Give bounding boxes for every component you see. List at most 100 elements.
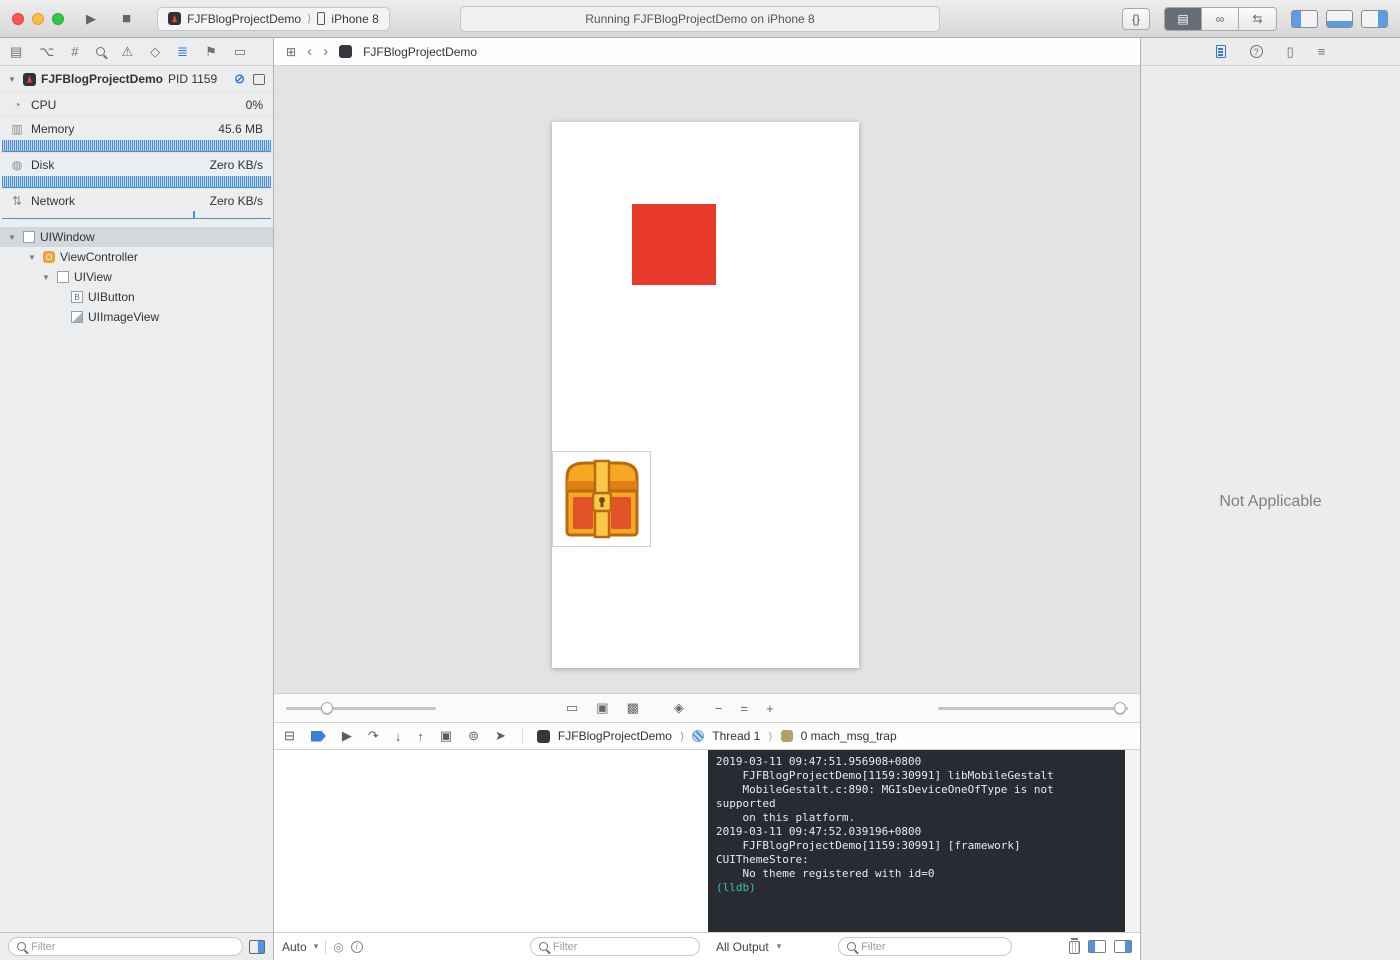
source-control-navigator-icon[interactable]: ⌥ — [39, 44, 54, 60]
report-navigator-icon[interactable]: ▭ — [234, 44, 246, 60]
navigator-filter-input[interactable] — [31, 940, 234, 953]
disclosure-triangle-icon[interactable]: ▼ — [8, 75, 18, 84]
show-console-pane-button[interactable] — [1114, 940, 1133, 953]
console-filter-input[interactable] — [861, 940, 1004, 953]
disclosure-triangle-icon[interactable]: ▼ — [8, 233, 18, 242]
disk-gauge-row[interactable]: ◍ Disk Zero KB/s — [0, 152, 273, 176]
breakpoint-navigator-icon[interactable]: ⚑ — [205, 44, 217, 60]
code-snippets-button[interactable]: {} — [1121, 7, 1150, 30]
file-inspector-icon[interactable] — [1215, 45, 1226, 58]
slider-knob[interactable] — [320, 702, 333, 714]
uiimageview-view[interactable] — [552, 451, 651, 547]
disk-gauge-icon: ◍ — [11, 157, 23, 172]
stack-frame-item[interactable]: 0 mach_msg_trap — [801, 729, 897, 743]
quick-help-inspector-icon[interactable]: ? — [1249, 45, 1263, 58]
memory-report-icon[interactable] — [253, 73, 265, 85]
slider-knob[interactable] — [1114, 702, 1127, 714]
panel-fill-icon — [1125, 941, 1132, 952]
orient-3d-button[interactable]: ◈ — [674, 700, 684, 716]
inspector-selector-bar: ? ▯ ≡ — [1141, 38, 1400, 66]
debug-navigator-icon[interactable]: ≣ — [177, 44, 188, 60]
zoom-out-button[interactable]: − — [715, 701, 723, 716]
assistant-editor-button[interactable]: ∞ — [1202, 7, 1239, 30]
zoom-slider[interactable] — [938, 702, 1128, 714]
show-variables-pane-button[interactable] — [1088, 940, 1107, 953]
minimize-window-button[interactable] — [32, 12, 44, 25]
stop-button[interactable]: ■ — [122, 10, 131, 27]
zoom-in-button[interactable]: + — [766, 701, 774, 716]
tree-item-uiimageview[interactable]: UIImageView — [0, 307, 273, 327]
clear-console-button[interactable] — [1069, 938, 1081, 954]
back-button[interactable]: ‹ — [307, 43, 312, 60]
view-spacing-slider[interactable] — [286, 702, 436, 714]
disclosure-triangle-icon[interactable]: ▼ — [42, 273, 52, 282]
continue-button[interactable]: ▶ — [342, 728, 352, 744]
tree-item-uiview[interactable]: ▼ UIView — [0, 267, 273, 287]
step-into-button[interactable]: ↓ — [395, 729, 402, 744]
chevron-down-icon: ▾ — [313, 941, 319, 951]
tree-item-viewcontroller[interactable]: ▼ ViewController — [0, 247, 273, 267]
version-editor-button[interactable]: ⇆ — [1239, 7, 1276, 30]
jump-bar-item[interactable]: FJFBlogProjectDemo — [363, 45, 477, 59]
forward-button[interactable]: › — [323, 43, 328, 60]
network-gauge-label: Network — [31, 193, 76, 208]
app-screen[interactable] — [552, 122, 859, 668]
debug-area-bottom-bars: Auto ▾ ◎ i All Output ▾ — [274, 932, 1140, 960]
run-button[interactable]: ▶ — [86, 11, 96, 27]
zoom-actual-size-button[interactable]: = — [740, 701, 748, 716]
lldb-prompt[interactable]: (lldb) — [716, 881, 1117, 895]
console-scope-dropdown[interactable]: All Output — [716, 940, 769, 954]
symbol-navigator-icon[interactable]: # — [71, 44, 78, 59]
scheme-selector[interactable]: FJFBlogProjectDemo ⟩ iPhone 8 — [157, 6, 390, 31]
close-window-button[interactable] — [12, 12, 24, 25]
view-debugger-canvas[interactable] — [274, 66, 1140, 693]
right-panel-icon — [1378, 10, 1387, 27]
standard-editor-button[interactable]: ▤ — [1165, 7, 1202, 30]
process-actions: ⊘ — [234, 71, 265, 87]
toggle-debug-area-button[interactable] — [1326, 9, 1353, 28]
project-navigator-icon[interactable]: ▤ — [10, 44, 22, 60]
variables-filter-input[interactable] — [553, 940, 691, 953]
console-filter-field[interactable] — [838, 937, 1013, 956]
network-gauge-row[interactable]: ⇅ Network Zero KB/s — [0, 188, 273, 212]
related-items-icon[interactable]: ⊞ — [286, 45, 296, 59]
test-navigator-icon[interactable]: ◇ — [150, 44, 160, 60]
console-scrollbar-track[interactable] — [1125, 750, 1140, 932]
console-log-line: MobileGestalt.c:890: MGIsDeviceOneOfType… — [716, 783, 1061, 810]
breakpoints-toggle-button[interactable] — [310, 730, 326, 742]
variables-scope-dropdown[interactable]: Auto — [282, 940, 307, 954]
size-inspector-icon[interactable]: ≡ — [1318, 44, 1326, 59]
disclosure-triangle-icon[interactable]: ▼ — [28, 253, 38, 262]
pause-debug-icon[interactable]: ⊘ — [234, 71, 245, 87]
tree-item-uibutton[interactable]: B UIButton — [0, 287, 273, 307]
toggle-navigator-button[interactable] — [1291, 9, 1318, 28]
debug-view-hierarchy-button[interactable]: ▣ — [440, 728, 452, 744]
show-wireframes-button[interactable]: ▭ — [566, 700, 578, 716]
cpu-gauge-row[interactable]: ◔ CPU 0% — [0, 92, 273, 116]
step-out-button[interactable]: ↑ — [417, 729, 424, 744]
thread-item[interactable]: Thread 1 — [712, 729, 760, 743]
object-inspector-icon[interactable]: ▯ — [1287, 44, 1294, 60]
navigator-filter-field[interactable] — [8, 937, 243, 956]
toggle-inspector-button[interactable] — [1361, 9, 1388, 28]
debug-process-item[interactable]: FJFBlogProjectDemo — [558, 729, 672, 743]
show-variables-icon[interactable]: ◎ — [333, 940, 343, 954]
simulate-location-button[interactable]: ➤ — [495, 728, 506, 744]
tree-item-uiwindow[interactable]: ▼ UIWindow — [0, 227, 273, 247]
hide-debug-area-button[interactable]: ⊟ — [284, 728, 295, 744]
find-navigator-icon[interactable] — [95, 47, 105, 56]
step-over-button[interactable]: ↷ — [368, 728, 379, 744]
variables-filter-field[interactable] — [530, 937, 700, 956]
issue-navigator-icon[interactable]: ⚠ — [122, 44, 134, 60]
memory-gauge-row[interactable]: ▥ Memory 45.6 MB — [0, 116, 273, 140]
process-row[interactable]: ▼ FJFBlogProjectDemo PID 1159 ⊘ — [0, 66, 273, 92]
show-wireframes-and-contents-button[interactable]: ▩ — [627, 700, 639, 716]
tree-item-label: UIImageView — [88, 310, 160, 324]
filter-scope-button[interactable] — [249, 939, 265, 954]
uibutton-view[interactable] — [632, 204, 716, 285]
info-icon[interactable]: i — [350, 940, 363, 953]
debug-memory-graph-button[interactable]: ⊚ — [468, 728, 479, 744]
show-contents-button[interactable]: ▣ — [596, 700, 608, 716]
fullscreen-window-button[interactable] — [52, 12, 64, 25]
main-toolbar: ▶ ■ FJFBlogProjectDemo ⟩ iPhone 8 Runnin… — [0, 0, 1400, 38]
